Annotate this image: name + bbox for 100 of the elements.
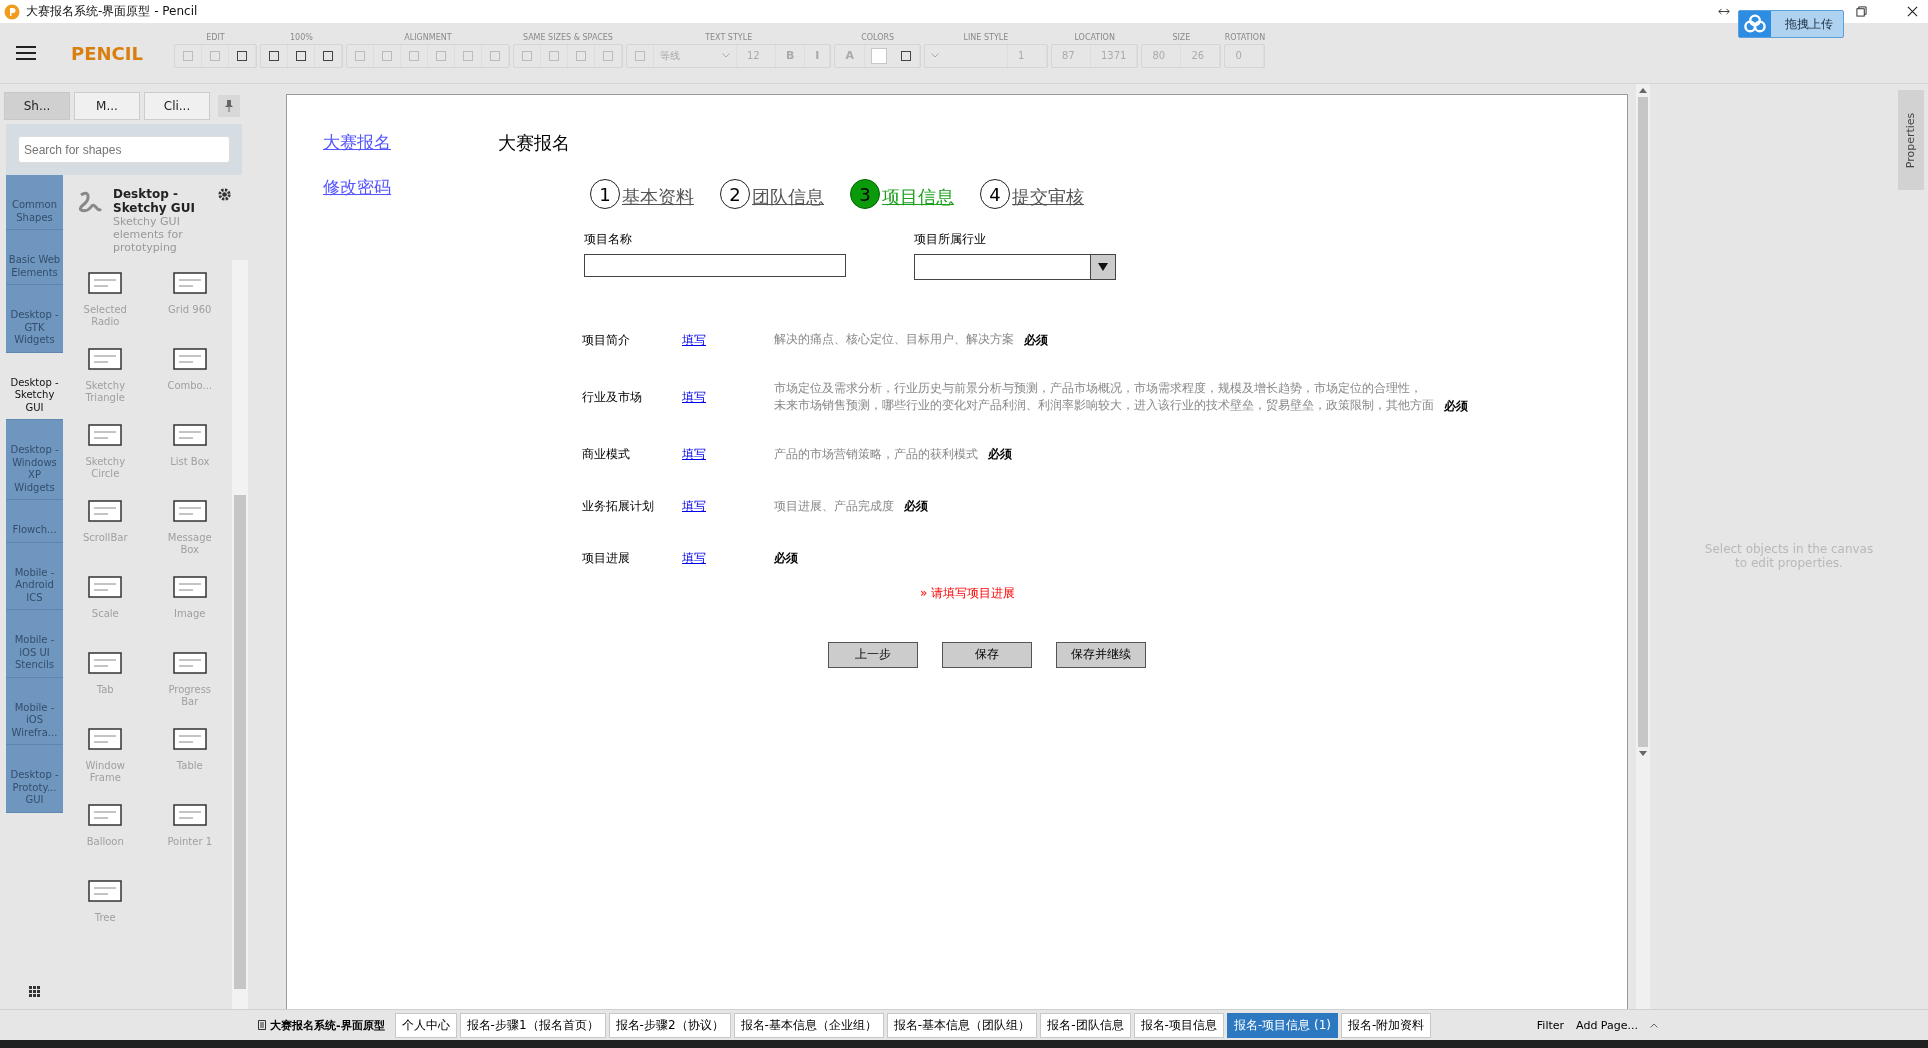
row-label: 行业及市场	[582, 388, 643, 406]
toolbar-group-label: TEXT STYLE	[705, 32, 753, 42]
panel-tab[interactable]: Sh...	[4, 92, 70, 120]
fill-link[interactable]: 填写	[682, 331, 774, 349]
page-tab[interactable]: 报名-基本信息（企业组）	[733, 1012, 884, 1038]
caret-icon[interactable]	[1650, 1022, 1658, 1028]
nav-link[interactable]: 大赛报名	[323, 131, 498, 154]
page-tab[interactable]: 报名-附加资料	[1341, 1012, 1432, 1038]
page-tab[interactable]: 报名-基本信息（团队组）	[886, 1012, 1038, 1038]
scroll-up-icon[interactable]	[1639, 88, 1647, 93]
restore-button[interactable]	[1856, 6, 1867, 17]
filter-button[interactable]: Filter	[1536, 1018, 1565, 1032]
dropdown-field[interactable]	[914, 254, 1116, 280]
shape-item[interactable]: Sketchy Circle	[63, 420, 148, 496]
form-button[interactable]: 上一步	[828, 641, 918, 668]
field-label: 项目名称	[584, 231, 633, 248]
required-label: 必须	[988, 446, 1012, 464]
text-input[interactable]	[584, 254, 846, 277]
toolbar-value-field[interactable]: 26	[1181, 44, 1221, 67]
required-label: 必须	[1024, 331, 1048, 349]
form-button[interactable]: 保存并继续	[1056, 641, 1146, 668]
page-tab[interactable]: 报名-步骤1（报名首页）	[459, 1012, 606, 1038]
hint-text: 项目进展、产品完成度	[774, 498, 894, 516]
shape-item[interactable]: Selected Radio	[63, 268, 148, 344]
category-item[interactable]: Desktop - Prototy... GUI	[6, 745, 63, 813]
search-field[interactable]: Search for shapes	[18, 136, 230, 163]
app-logo: PENCIL	[71, 42, 143, 64]
hint-text: 市场定位及需求分析，行业历史与前景分析与预测，产品市场概况，市场需求程度，规模及增长趋势，市场定位的合理性， 未来市场销售预测，哪些行业的变化对产品利润、利润率影响较大，进入该行业的技术壁垒，贸易壁垒，政策限制，其他方面	[774, 380, 1434, 415]
toolbar-group-label: LOCATION	[1074, 32, 1115, 42]
nav-link[interactable]: 修改密码	[323, 176, 498, 199]
field-label: 项目所属行业	[914, 231, 987, 248]
toolbar-group-label: 100%	[290, 32, 313, 42]
shape-item[interactable]: Table	[147, 724, 232, 800]
toolbar-group-label: EDIT	[206, 32, 225, 42]
scrollbar-thumb[interactable]	[1638, 97, 1648, 747]
category-item[interactable]: Mobile - iOS UI Stencils	[6, 610, 63, 678]
shape-item[interactable]: Grid 960	[147, 268, 232, 344]
shape-item[interactable]: Window Frame	[63, 724, 148, 800]
category-item[interactable]: Desktop - GTK Widgets	[6, 285, 63, 353]
category-item[interactable]: Basic Web Elements	[6, 230, 63, 285]
toolbar-group-label: COLORS	[861, 32, 895, 42]
fill-link[interactable]: 填写	[682, 388, 774, 406]
toolbar-text-button[interactable]: B	[775, 44, 806, 67]
category-item[interactable]: Mobile - iOS Wirefra...	[6, 677, 63, 745]
properties-tab[interactable]: Properties	[1898, 90, 1924, 190]
fill-link[interactable]: 填写	[682, 446, 774, 464]
step-link[interactable]: 团队信息	[752, 185, 824, 209]
fill-link[interactable]: 填写	[682, 550, 774, 568]
shape-item[interactable]: Pointer 1	[147, 800, 232, 876]
pin-icon[interactable]	[225, 100, 233, 112]
scroll-down-icon[interactable]	[1639, 751, 1647, 756]
chevron-down-icon	[721, 53, 730, 58]
color-swatch[interactable]	[870, 47, 887, 64]
shape-item[interactable]: Balloon	[63, 800, 148, 876]
shape-item[interactable]: Combo...	[147, 344, 232, 420]
row-label: 项目简介	[582, 331, 631, 349]
error-message: » 请填写项目进展	[920, 584, 1017, 602]
toolbar-value-field[interactable]: 80	[1142, 44, 1182, 67]
shape-item[interactable]: Image	[147, 572, 232, 648]
settings-icon[interactable]	[217, 187, 232, 202]
page-tab[interactable]: 报名-项目信息	[1133, 1012, 1224, 1038]
page-tab[interactable]: 报名-步骤2（协议）	[608, 1012, 731, 1038]
toolbar-text-button[interactable]: I	[805, 44, 831, 67]
fill-link[interactable]: 填写	[682, 498, 774, 516]
upload-widget[interactable]: 拖拽上传	[1738, 10, 1844, 38]
shape-item[interactable]: Progress Bar	[147, 648, 232, 724]
shape-item[interactable]: List Box	[147, 420, 232, 496]
category-item[interactable]: Flowch...	[6, 500, 63, 543]
required-label: 必须	[774, 550, 798, 568]
toolbar-value-field[interactable]: 1371	[1090, 44, 1138, 67]
shape-item[interactable]: Sketchy Triangle	[63, 344, 148, 420]
close-button[interactable]	[1907, 6, 1918, 17]
panel-tab[interactable]: Cli...	[144, 92, 210, 120]
add-page-button[interactable]: Add Page...	[1576, 1018, 1638, 1032]
toolbar-value-field[interactable]: 12	[736, 44, 776, 67]
category-item[interactable]: Mobile - Android ICS	[6, 542, 63, 610]
step-link[interactable]: 项目信息	[882, 185, 954, 209]
page-tab[interactable]: 报名-项目信息 (1)	[1226, 1012, 1339, 1038]
shape-item[interactable]: Message Box	[147, 496, 232, 572]
page-heading: 大赛报名	[498, 131, 571, 155]
app-logo-icon	[4, 3, 20, 20]
category-item[interactable]: Desktop - Windows XP Widgets	[6, 420, 63, 500]
menu-icon[interactable]	[16, 45, 36, 61]
category-item[interactable]: Common Shapes	[6, 175, 63, 230]
toolbar-value-field[interactable]: 0	[1225, 44, 1265, 67]
shape-item[interactable]: Tab	[63, 648, 148, 724]
shape-item[interactable]: Tree	[63, 876, 148, 952]
step-link[interactable]: 提交审核	[1012, 185, 1084, 209]
scrollbar-thumb[interactable]	[234, 494, 246, 989]
toolbar-group-label: ROTATION	[1224, 32, 1266, 42]
grid-view-icon[interactable]	[29, 986, 40, 997]
panel-tab[interactable]: M...	[74, 92, 140, 120]
shape-item[interactable]: Scale	[63, 572, 148, 648]
page-tab[interactable]: 报名-团队信息	[1040, 1012, 1131, 1038]
triangle-down-icon	[1098, 263, 1108, 271]
step-link[interactable]: 基本资料	[622, 185, 694, 209]
form-button[interactable]: 保存	[942, 641, 1032, 668]
page-tab[interactable]: 个人中心	[394, 1012, 457, 1038]
toolbar-value-field[interactable]: 87	[1051, 44, 1091, 67]
shape-item[interactable]: ScrollBar	[63, 496, 148, 572]
